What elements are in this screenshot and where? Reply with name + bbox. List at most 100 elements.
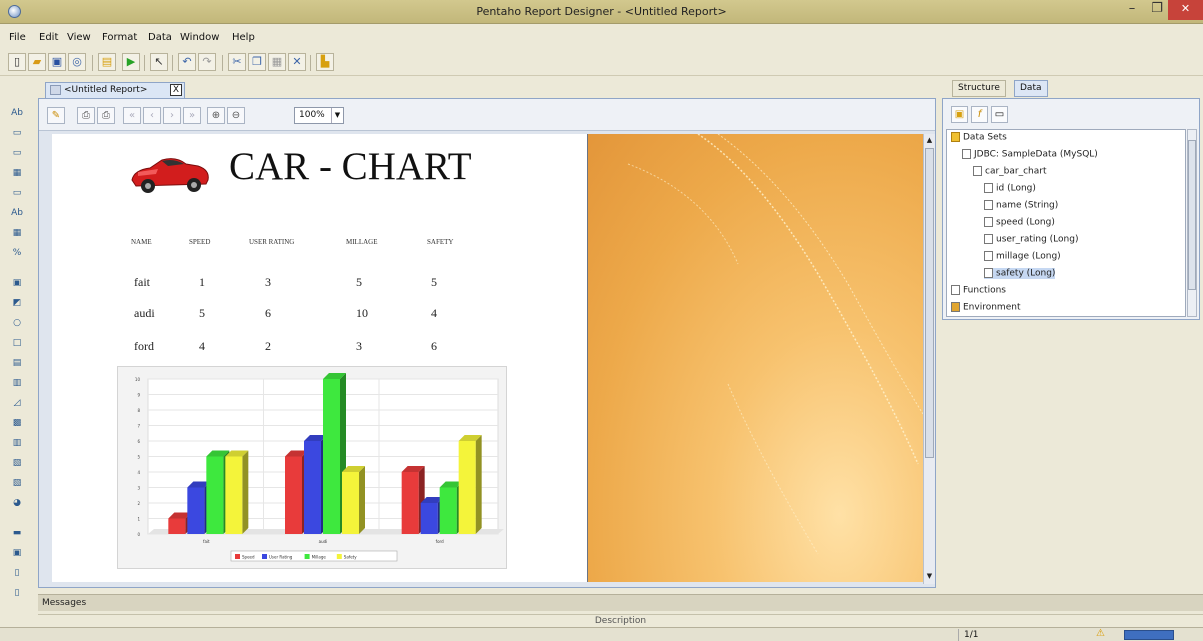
index-icon[interactable]: ▯	[9, 585, 25, 601]
tree-item[interactable]: safety (Long)	[984, 268, 1056, 279]
warning-icon[interactable]: ⚠	[1096, 628, 1105, 639]
tree-item[interactable]: Environment	[951, 302, 1020, 313]
minimize-button[interactable]: –	[1122, 0, 1142, 20]
save-icon[interactable]: ▣	[48, 53, 66, 71]
image-field-icon[interactable]: ▣	[9, 275, 25, 291]
chart-element[interactable]: 0 1 2 3 4 5 6 7 8 9 10 fait audi ford Speed User Rating…	[117, 366, 507, 569]
y-tick-label: 7	[137, 424, 140, 429]
editor-toolbar: ✎ ⎙ ⎙ « ‹ › » ⊕ ⊖ 100% ▼	[39, 99, 935, 131]
close-button[interactable]: ✕	[1168, 0, 1203, 20]
run-icon[interactable]: ▶	[122, 53, 140, 71]
zoom-out-icon[interactable]: ⊖	[227, 107, 245, 124]
menu-help[interactable]: Help	[232, 32, 255, 43]
survey-scale-icon[interactable]: ◿	[9, 395, 25, 411]
zoom-in-icon[interactable]: ⊕	[207, 107, 225, 124]
tree-item[interactable]: JDBC: SampleData (MySQL)	[962, 149, 1098, 160]
menu-file[interactable]: File	[9, 32, 26, 43]
rectangle-icon[interactable]: □	[9, 335, 25, 351]
data-tree[interactable]: Data Sets JDBC: SampleData (MySQL) car_bar…	[946, 129, 1186, 317]
column-header-name: NAME	[131, 238, 152, 246]
tree-item[interactable]: id (Long)	[984, 183, 1036, 194]
paste-icon[interactable]: ▦	[268, 53, 286, 71]
tree-item[interactable]: speed (Long)	[984, 217, 1055, 228]
add-parameter-icon[interactable]: ▭	[991, 106, 1008, 123]
scrollbar-thumb[interactable]	[925, 148, 934, 458]
pie-sparkline-icon[interactable]: ◕	[9, 495, 25, 511]
messages-header[interactable]: Messages	[38, 594, 1203, 611]
tree-item[interactable]: millage (Long)	[984, 251, 1061, 262]
barcode-icon[interactable]: ▥	[9, 435, 25, 451]
menu-edit[interactable]: Edit	[39, 32, 58, 43]
new-file-icon[interactable]: ▯	[8, 53, 26, 71]
legend-label: Safety	[344, 555, 357, 560]
horizontal-line-icon[interactable]: ▤	[9, 355, 25, 371]
menu-format[interactable]: Format	[102, 32, 137, 43]
scroll-up-icon[interactable]: ▲	[925, 135, 934, 146]
vertical-line-icon[interactable]: ▥	[9, 375, 25, 391]
scrollbar-thumb[interactable]	[1188, 140, 1196, 290]
date-field-icon[interactable]: ▦	[9, 165, 25, 181]
text-field-icon[interactable]: ▭	[9, 125, 25, 141]
close-tab-icon[interactable]: X	[170, 84, 182, 96]
tab-untitled-report-label: <Untitled Report>	[64, 85, 148, 95]
resource-field-icon[interactable]: ▦	[9, 225, 25, 241]
undo-icon[interactable]: ↶	[178, 53, 196, 71]
zoom-select[interactable]: 100% ▼	[294, 107, 344, 124]
resource-label-icon[interactable]: Ab	[9, 205, 25, 221]
tree-item[interactable]: name (String)	[984, 200, 1058, 211]
tab-untitled-report[interactable]: <Untitled Report> X	[45, 82, 185, 98]
chart-element-icon[interactable]: ▩	[9, 415, 25, 431]
previous-page-icon[interactable]: ‹	[143, 107, 161, 124]
datasource-icon[interactable]: ▤	[98, 53, 116, 71]
scroll-down-icon[interactable]: ▼	[925, 571, 934, 582]
delete-icon[interactable]: ✕	[288, 53, 306, 71]
tree-item-label: Environment	[963, 302, 1021, 313]
tree-scrollbar[interactable]	[1187, 129, 1197, 317]
bar-sparkline-icon[interactable]: ▧	[9, 475, 25, 491]
edit-pencil-icon[interactable]: ✎	[47, 107, 65, 124]
memory-indicator[interactable]	[1124, 630, 1174, 640]
select-pointer-icon[interactable]: ↖	[150, 53, 168, 71]
subreport-icon[interactable]: ▣	[9, 545, 25, 561]
copy-icon[interactable]: ❐	[248, 53, 266, 71]
open-folder-icon[interactable]: ▰	[28, 53, 46, 71]
field-icon	[984, 200, 993, 210]
toolbar-separator	[144, 55, 145, 71]
sparkline-icon[interactable]: ▧	[9, 455, 25, 471]
label-element-icon[interactable]: Ab	[9, 105, 25, 121]
tree-item[interactable]: user_rating (Long)	[984, 234, 1078, 245]
redo-icon[interactable]: ↷	[198, 53, 216, 71]
tab-structure[interactable]: Structure	[952, 80, 1006, 97]
tree-item[interactable]: car_bar_chart	[973, 166, 1047, 177]
menu-data[interactable]: Data	[148, 32, 172, 43]
image-icon[interactable]: ◩	[9, 295, 25, 311]
bar	[225, 456, 243, 534]
number-field-icon[interactable]: ▭	[9, 145, 25, 161]
last-page-icon[interactable]: »	[183, 107, 201, 124]
tree-item-label: Data Sets	[963, 132, 1007, 143]
table-of-contents-icon[interactable]: ▯	[9, 565, 25, 581]
message-field-icon[interactable]: ▭	[9, 185, 25, 201]
first-page-icon[interactable]: «	[123, 107, 141, 124]
page-setup-icon[interactable]: ⎙	[97, 107, 115, 124]
resource-message-icon[interactable]: %	[9, 245, 25, 261]
band-icon[interactable]: ▬	[9, 525, 25, 541]
add-datasource-icon[interactable]: ▣	[951, 106, 968, 123]
y-tick-label: 8	[137, 408, 140, 413]
maximize-button[interactable]: ❐	[1148, 0, 1166, 20]
window-title: Pentaho Report Designer - <Untitled Repo…	[476, 5, 727, 18]
tree-item[interactable]: Functions	[951, 285, 1006, 296]
add-function-icon[interactable]: f	[971, 106, 988, 123]
tab-data[interactable]: Data	[1014, 80, 1048, 97]
tree-item-label: speed (Long)	[996, 217, 1055, 228]
cut-icon[interactable]: ✂	[228, 53, 246, 71]
report-wizard-icon[interactable]: ▙	[316, 53, 334, 71]
tree-item[interactable]: Data Sets	[951, 132, 1007, 143]
publish-icon[interactable]: ◎	[68, 53, 86, 71]
next-page-icon[interactable]: ›	[163, 107, 181, 124]
menu-window[interactable]: Window	[180, 32, 219, 43]
ellipse-icon[interactable]: ○	[9, 315, 25, 331]
menu-view[interactable]: View	[67, 32, 91, 43]
editor-vertical-scrollbar[interactable]: ▲ ▼	[923, 134, 935, 584]
print-icon[interactable]: ⎙	[77, 107, 95, 124]
